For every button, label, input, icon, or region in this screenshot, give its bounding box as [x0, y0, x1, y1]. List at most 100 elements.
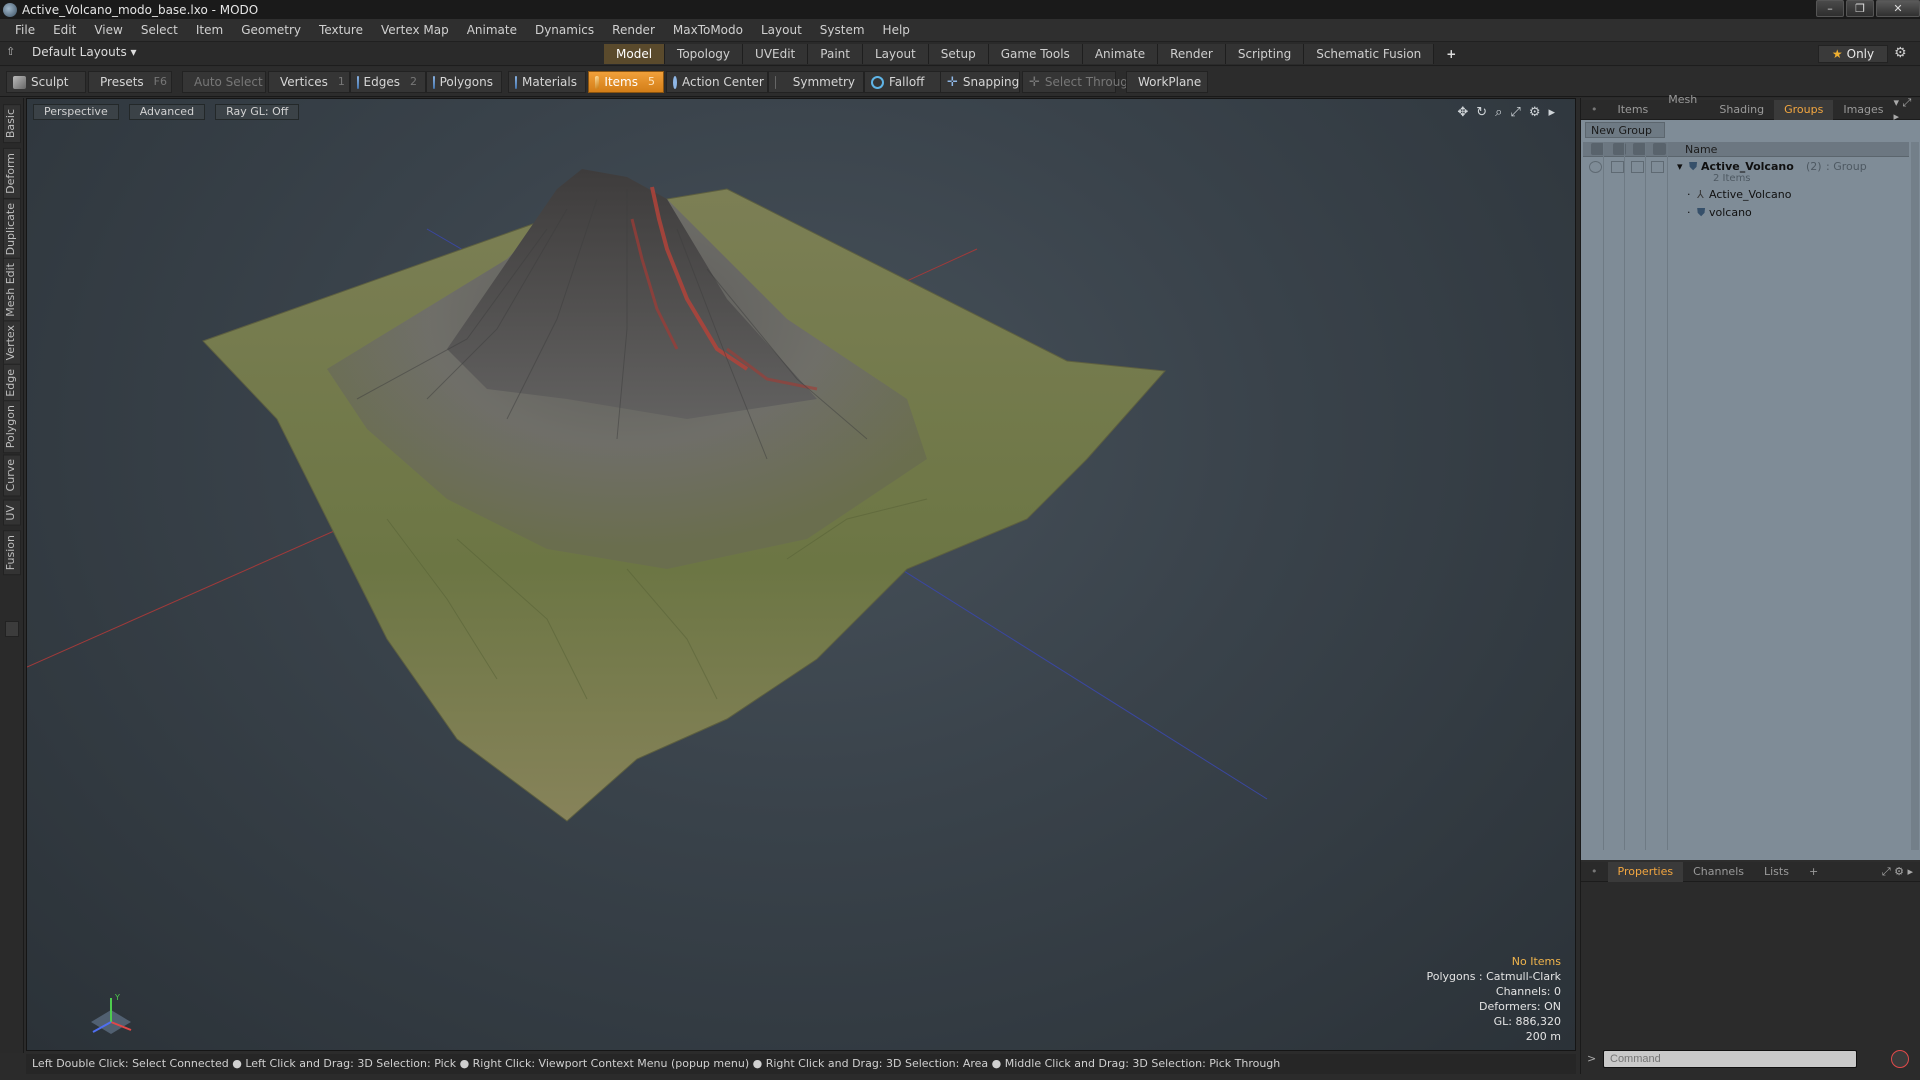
locator-icon: ⅄ — [1697, 188, 1704, 201]
items-button[interactable]: Items 5 — [588, 71, 664, 93]
panel-expand-icon[interactable]: ⤢ ⚙ ▸ — [1882, 865, 1920, 879]
menu-select[interactable]: Select — [132, 23, 187, 37]
tab-paint[interactable]: Paint — [808, 44, 863, 64]
tab-model[interactable]: Model — [604, 44, 666, 64]
tab-properties[interactable]: Properties — [1607, 861, 1684, 882]
rotate-icon[interactable]: ↻ — [1476, 105, 1487, 120]
tab-lists[interactable]: Lists — [1754, 862, 1799, 882]
tab-game-tools[interactable]: Game Tools — [988, 44, 1083, 64]
tab-items[interactable]: Items — [1608, 100, 1659, 120]
menu-item[interactable]: Item — [187, 23, 232, 37]
tab-animate[interactable]: Animate — [1082, 44, 1159, 64]
tab-channels[interactable]: Channels — [1683, 862, 1754, 882]
tab-vertex[interactable]: Vertex — [3, 320, 21, 366]
tab-schematic-fusion[interactable]: Schematic Fusion — [1304, 44, 1435, 64]
svg-text:Y: Y — [114, 993, 120, 1002]
tab-mesh-edit[interactable]: Mesh Edit — [3, 258, 21, 322]
close-icon[interactable]: ✕ — [1876, 0, 1920, 17]
group-name: Active_Volcano — [1701, 160, 1794, 173]
select-column-icon[interactable] — [1653, 143, 1666, 155]
menu-edit[interactable]: Edit — [44, 23, 85, 37]
group-row[interactable]: ▾ ⛊ Active_Volcano (2) : Group 2 Items — [1583, 158, 1909, 184]
sculpt-button[interactable]: Sculpt — [6, 71, 86, 93]
menu-animate[interactable]: Animate — [458, 23, 526, 37]
tab-uv[interactable]: UV — [3, 500, 21, 526]
select-through-button[interactable]: ✛ Select Through — [1022, 71, 1136, 93]
group-child-row[interactable]: · ⛊ volcano — [1583, 204, 1909, 222]
add-tab-button[interactable]: + — [1434, 44, 1468, 64]
edges-button[interactable]: Edges 2 — [350, 71, 426, 93]
menu-view[interactable]: View — [85, 23, 131, 37]
menu-layout[interactable]: Layout — [752, 23, 811, 37]
tab-basic[interactable]: Basic — [3, 104, 21, 144]
only-toggle[interactable]: ★ Only — [1818, 45, 1888, 63]
tab-layout[interactable]: Layout — [862, 44, 929, 64]
viewport-settings-icon[interactable]: ⚙ — [1529, 105, 1541, 120]
command-run-icon[interactable] — [1891, 1050, 1909, 1068]
materials-button[interactable]: Materials — [508, 71, 586, 93]
menu-file[interactable]: File — [6, 23, 44, 37]
tab-fusion[interactable]: Fusion — [3, 530, 21, 576]
render-toggle-icon[interactable] — [1611, 161, 1624, 173]
command-input[interactable] — [1603, 1050, 1857, 1068]
zoom-icon[interactable]: ⌕ — [1495, 105, 1502, 120]
panel-expand-icon[interactable]: ▾ ⤢ ▸ — [1894, 96, 1920, 123]
menu-maxtomodo[interactable]: MaxToModo — [664, 23, 752, 37]
maximize-viewport-icon[interactable]: ⤢ — [1510, 105, 1520, 120]
tab-deform[interactable]: Deform — [3, 148, 21, 199]
command-history-icon[interactable]: > — [1587, 1052, 1596, 1065]
expand-icon[interactable]: ▾ — [1677, 160, 1683, 173]
tab-topology[interactable]: Topology — [665, 44, 744, 64]
lock-toggle-icon[interactable] — [1631, 161, 1644, 173]
eye-icon[interactable] — [1589, 161, 1602, 173]
shading-mode-dropdown[interactable]: Advanced — [128, 104, 206, 120]
auto-select-button[interactable]: Auto Select — [182, 71, 266, 93]
workplane-button[interactable]: WorkPlane — [1126, 71, 1208, 93]
name-column-header[interactable]: Name — [1685, 143, 1717, 156]
select-toggle-icon[interactable] — [1651, 161, 1664, 173]
new-group-button[interactable]: New Group — [1585, 122, 1665, 138]
menu-render[interactable]: Render — [603, 23, 664, 37]
gear-icon[interactable]: ⚙ — [1894, 45, 1907, 61]
title-bar: Active_Volcano_modo_base.lxo - MODO – ❐ … — [0, 0, 1920, 19]
presets-button[interactable]: Presets F6 — [88, 71, 172, 93]
tab-render[interactable]: Render — [1158, 44, 1226, 64]
menu-system[interactable]: System — [811, 23, 874, 37]
polygons-button[interactable]: Polygons — [426, 71, 502, 93]
tab-duplicate[interactable]: Duplicate — [3, 198, 21, 261]
falloff-button[interactable]: Falloff — [864, 71, 948, 93]
viewport-menu-icon[interactable]: ▸ — [1548, 105, 1555, 120]
palette-toggle-button[interactable] — [5, 621, 19, 637]
tab-uvedit[interactable]: UVEdit — [743, 44, 809, 64]
snapping-button[interactable]: ✛ Snapping — [940, 71, 1020, 93]
menu-geometry[interactable]: Geometry — [232, 23, 310, 37]
view-mode-dropdown[interactable]: Perspective — [33, 104, 119, 120]
tab-shading[interactable]: Shading — [1709, 100, 1774, 120]
action-center-button[interactable]: Action Center — [666, 71, 768, 93]
tab-curve[interactable]: Curve — [3, 454, 21, 497]
groups-scrollbar[interactable] — [1911, 142, 1919, 850]
symmetry-label: Symmetry — [792, 75, 855, 89]
minimize-icon[interactable]: – — [1816, 0, 1844, 17]
tab-scripting[interactable]: Scripting — [1225, 44, 1305, 64]
menu-vertex-map[interactable]: Vertex Map — [372, 23, 458, 37]
menu-dynamics[interactable]: Dynamics — [526, 23, 603, 37]
tab-setup[interactable]: Setup — [928, 44, 989, 64]
menu-texture[interactable]: Texture — [310, 23, 372, 37]
pan-icon[interactable]: ✥ — [1457, 105, 1468, 120]
tab-images[interactable]: Images — [1833, 100, 1893, 120]
add-panel-tab-button[interactable]: + — [1799, 862, 1828, 882]
tab-groups[interactable]: Groups — [1774, 99, 1834, 120]
tab-edge[interactable]: Edge — [3, 364, 21, 402]
menu-help[interactable]: Help — [874, 23, 919, 37]
gl-info: GL: 886,320 — [1493, 1015, 1561, 1028]
vertices-button[interactable]: Vertices 1 — [268, 71, 350, 93]
group-child-row[interactable]: · ⅄ Active_Volcano — [1583, 186, 1909, 204]
layouts-dropdown[interactable]: ⇧ Default Layouts ▾ — [6, 45, 137, 59]
maximize-icon[interactable]: ❐ — [1846, 0, 1874, 17]
raygl-toggle[interactable]: Ray GL: Off — [215, 104, 300, 120]
symmetry-button[interactable]: Symmetry — [768, 71, 864, 93]
mesh-icon: ⛊ — [1697, 206, 1706, 219]
tab-polygon[interactable]: Polygon — [3, 400, 21, 454]
3d-viewport[interactable]: Perspective Advanced Ray GL: Off ✥ ↻ ⌕ ⤢… — [26, 98, 1576, 1051]
